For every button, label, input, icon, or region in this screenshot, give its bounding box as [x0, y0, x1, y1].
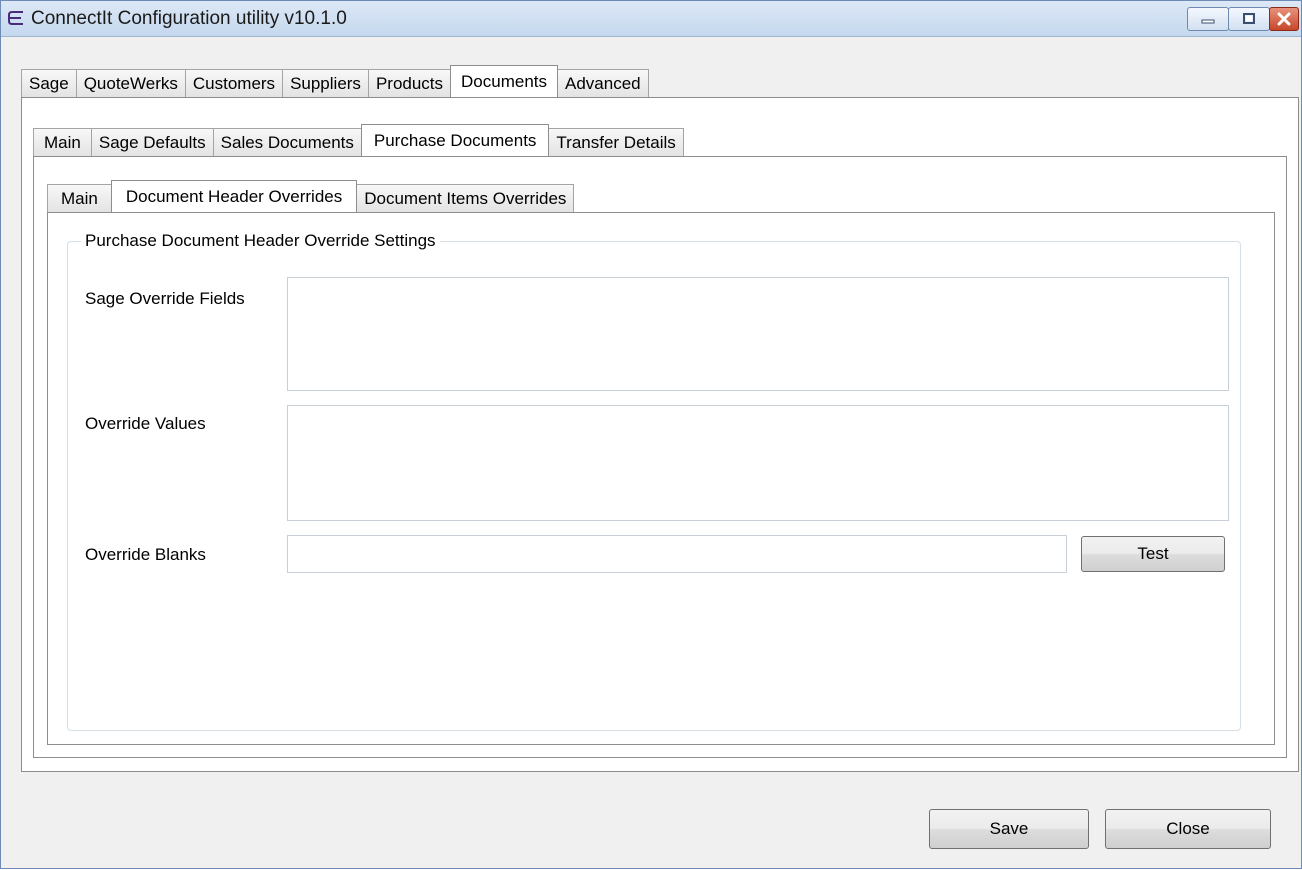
- minimize-icon: [1201, 19, 1215, 24]
- window-title: ConnectIt Configuration utility v10.1.0: [31, 8, 347, 29]
- tab-sales-documents[interactable]: Sales Documents: [212, 128, 362, 156]
- tab-products[interactable]: Products: [367, 69, 452, 97]
- tab-sage-defaults[interactable]: Sage Defaults: [90, 128, 214, 156]
- documents-tabs: Main Sage Defaults Sales Documents Purch…: [33, 124, 684, 156]
- tab-purchase-main[interactable]: Main: [47, 184, 112, 212]
- tab-document-header-overrides[interactable]: Document Header Overrides: [110, 180, 358, 212]
- app-window: ConnectIt Configuration utility v10.1.0 …: [0, 0, 1302, 869]
- close-button[interactable]: Close: [1105, 809, 1271, 849]
- test-button[interactable]: Test: [1081, 536, 1225, 572]
- save-button[interactable]: Save: [929, 809, 1089, 849]
- tab-documents[interactable]: Documents: [450, 65, 559, 97]
- tab-sage[interactable]: Sage: [21, 69, 77, 97]
- tab-transfer-details[interactable]: Transfer Details: [548, 128, 684, 156]
- override-values-input[interactable]: [287, 405, 1229, 521]
- maximize-button[interactable]: [1228, 7, 1270, 31]
- maximize-icon: [1243, 13, 1255, 24]
- tab-quotewerks[interactable]: QuoteWerks: [75, 69, 186, 97]
- close-window-button[interactable]: [1269, 7, 1299, 31]
- tab-purchase-documents[interactable]: Purchase Documents: [360, 124, 550, 156]
- tab-documents-main[interactable]: Main: [33, 128, 92, 156]
- tab-document-items-overrides[interactable]: Document Items Overrides: [356, 184, 575, 212]
- title-bar: ConnectIt Configuration utility v10.1.0: [1, 1, 1301, 37]
- close-icon: [1277, 12, 1291, 26]
- tab-advanced[interactable]: Advanced: [557, 69, 649, 97]
- minimize-button[interactable]: [1187, 7, 1229, 31]
- override-blanks-input[interactable]: [287, 535, 1067, 573]
- main-tabs: Sage QuoteWerks Customers Suppliers Prod…: [21, 65, 649, 97]
- purchase-tabs: Main Document Header Overrides Document …: [47, 180, 575, 212]
- tab-customers[interactable]: Customers: [184, 69, 284, 97]
- tab-suppliers[interactable]: Suppliers: [282, 69, 369, 97]
- app-icon: [8, 11, 23, 25]
- sage-override-fields-input[interactable]: [287, 277, 1229, 391]
